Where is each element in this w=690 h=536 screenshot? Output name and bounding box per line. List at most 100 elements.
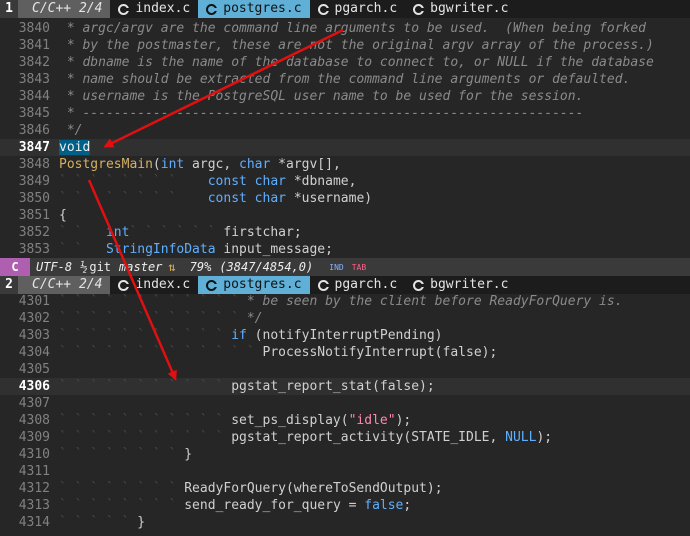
code-line[interactable]: 3845 * ---------------------------------… [0, 105, 690, 122]
code-text: * name should be extracted from the comm… [66, 72, 631, 87]
code-text: ` ` ` ` ` ` ` ` ` ` ` ` */ [59, 311, 263, 326]
c-file-icon [413, 279, 425, 291]
code-text: ` ` ` ` ` ` ` ` ReadyForQuery(whereToSen… [59, 481, 443, 496]
line-number: 4303 [18, 328, 50, 343]
code-text: ` ` ` ` ` ` ` ` const char *dbname, [59, 174, 357, 189]
tab-label: index.c [135, 1, 191, 16]
code-text: * --------------------------------------… [66, 106, 584, 121]
tab-label: pgarch.c [334, 1, 398, 16]
line-number: 3845 [18, 106, 50, 121]
filetype-indicator: C/C++ 2/4 [18, 0, 111, 18]
line-number: 3851 [18, 208, 50, 223]
window-number: 2 [0, 276, 18, 294]
code-text: ` ` StringInfoData input_message; [59, 242, 333, 257]
scroll-percent: 79% [189, 260, 212, 274]
code-line[interactable]: 4307 [0, 395, 690, 412]
line-number: 4310 [18, 447, 50, 462]
code-line[interactable]: 4302 ` ` ` ` ` ` ` ` ` ` ` ` */ [0, 310, 690, 327]
status-bar: C UTF-8 ½ git master ⇅ 79% (3847/4854,0)… [0, 258, 690, 276]
tab-postgres-c[interactable]: postgres.c [198, 276, 310, 294]
tab-index-c[interactable]: index.c [110, 0, 198, 18]
code-line[interactable]: 3853 ` ` StringInfoData input_message; [0, 241, 690, 258]
line-number: 3841 [18, 38, 50, 53]
line-number: 3850 [18, 191, 50, 206]
code-line[interactable]: 4306 ` ` ` ` ` ` ` ` ` ` ` pgstat_report_… [0, 378, 690, 395]
code-line[interactable]: 3848 PostgresMain(int argc, char *argv[], [0, 156, 690, 173]
window-number: 1 [0, 0, 18, 18]
code-text: ` ` int` ` ` ` ` ` firstchar; [59, 225, 302, 240]
line-number: 4313 [18, 498, 50, 513]
c-file-icon [118, 279, 130, 291]
code-text: { [59, 208, 67, 223]
line-number: 3846 [18, 123, 50, 138]
code-line[interactable]: 4301 ` ` ` ` ` ` ` ` ` ` ` ` * be seen by… [0, 293, 690, 310]
code-line[interactable]: 4303 ` ` ` ` ` ` ` ` ` ` ` if (notifyInte… [0, 327, 690, 344]
code-line[interactable]: 3840 * argc/argv are the command line ar… [0, 20, 690, 37]
tab-pgarch-c[interactable]: pgarch.c [310, 0, 406, 18]
fileformat-icon: ½ [80, 260, 88, 274]
tab-label: bgwriter.c [430, 277, 509, 292]
code-text: void [59, 140, 91, 155]
line-number: 3843 [18, 72, 50, 87]
line-number: 4309 [18, 430, 50, 445]
line-number: 3840 [18, 21, 50, 36]
code-line[interactable]: 3849 ` ` ` ` ` ` ` ` const char *dbname, [0, 173, 690, 190]
tab-bgwriter-c[interactable]: bgwriter.c [405, 276, 516, 294]
code-line[interactable]: 4308 ` ` ` ` ` ` ` ` ` ` ` set_ps_display… [0, 412, 690, 429]
code-line[interactable]: 3852 ` ` int` ` ` ` ` ` firstchar; [0, 224, 690, 241]
code-text: ` ` ` ` ` ` ` ` ` ` ` ` * be seen by the… [59, 294, 623, 309]
code-line[interactable]: 4311 [0, 463, 690, 480]
code-line[interactable]: 4314 ` ` ` ` ` } [0, 514, 690, 531]
tab-label: postgres.c [223, 1, 302, 16]
code-line[interactable]: 3851 { [0, 207, 690, 224]
line-number: 4312 [18, 481, 50, 496]
line-number: 4302 [18, 311, 50, 326]
top-editor-pane[interactable]: 3840 * argc/argv are the command line ar… [0, 20, 690, 258]
code-line[interactable]: 3847 void [0, 139, 690, 156]
line-number: 4305 [18, 362, 50, 377]
c-file-icon [206, 279, 218, 291]
tab-warning: TAB [351, 262, 367, 272]
encoding-label: UTF-8 [36, 260, 73, 274]
tab-bgwriter-c[interactable]: bgwriter.c [405, 0, 516, 18]
code-line[interactable]: 3842 * dbname is the name of the databas… [0, 54, 690, 71]
code-text: ` ` ` ` ` ` ` ` send_ready_for_query = f… [59, 498, 412, 513]
tab-pgarch-c[interactable]: pgarch.c [310, 276, 406, 294]
code-line[interactable]: 3844 * username is the PostgreSQL user n… [0, 88, 690, 105]
bottom-editor-pane[interactable]: 4301 ` ` ` ` ` ` ` ` ` ` ` ` * be seen by… [0, 293, 690, 531]
branch-name: master [119, 260, 163, 274]
line-number: 3852 [18, 225, 50, 240]
line-number: 4314 [18, 515, 50, 530]
line-number: 3853 [18, 242, 50, 257]
code-text: ` ` ` ` ` ` ` ` } [59, 447, 193, 462]
code-text: * dbname is the name of the database to … [66, 55, 654, 70]
code-line[interactable]: 4304 ` ` ` ` ` ` ` ` ` ` ` ` ` ProcessNot… [0, 344, 690, 361]
line-number: 4301 [18, 294, 50, 309]
code-line[interactable]: 3843 * name should be extracted from the… [0, 71, 690, 88]
code-line[interactable]: 3846 */ [0, 122, 690, 139]
line-number: 3842 [18, 55, 50, 70]
c-file-icon [317, 3, 329, 15]
line-number: 3844 [18, 89, 50, 104]
code-line[interactable]: 4310 ` ` ` ` ` ` ` ` } [0, 446, 690, 463]
tab-postgres-c[interactable]: postgres.c [198, 0, 310, 18]
code-text: ` ` ` ` ` ` ` ` ` ` ` pgstat_report_stat… [59, 379, 435, 394]
code-text: ` ` ` ` ` } [59, 515, 146, 530]
line-number: 4306 [18, 379, 50, 394]
code-line[interactable]: 4313 ` ` ` ` ` ` ` ` send_ready_for_query… [0, 497, 690, 514]
git-label: git [89, 260, 112, 274]
tab-label: postgres.c [223, 277, 302, 292]
code-text: PostgresMain(int argc, char *argv[], [59, 157, 341, 172]
code-line[interactable]: 3850 ` ` ` ` ` ` ` ` const char *username… [0, 190, 690, 207]
code-text: */ [66, 123, 83, 138]
tab-label: pgarch.c [334, 277, 398, 292]
code-text: * argc/argv are the command line argumen… [66, 21, 647, 36]
code-text: ` ` ` ` ` ` ` ` const char *username) [59, 191, 373, 206]
code-text: ` ` ` ` ` ` ` ` ` ` ` set_ps_display("id… [59, 413, 412, 428]
mode-indicator: C [0, 258, 30, 276]
code-line[interactable]: 4305 [0, 361, 690, 378]
code-line[interactable]: 4309 ` ` ` ` ` ` ` ` ` ` ` pgstat_report_… [0, 429, 690, 446]
code-line[interactable]: 4312 ` ` ` ` ` ` ` ` ReadyForQuery(whereT… [0, 480, 690, 497]
code-line[interactable]: 3841 * by the postmaster, these are not … [0, 37, 690, 54]
tab-index-c[interactable]: index.c [110, 276, 198, 294]
